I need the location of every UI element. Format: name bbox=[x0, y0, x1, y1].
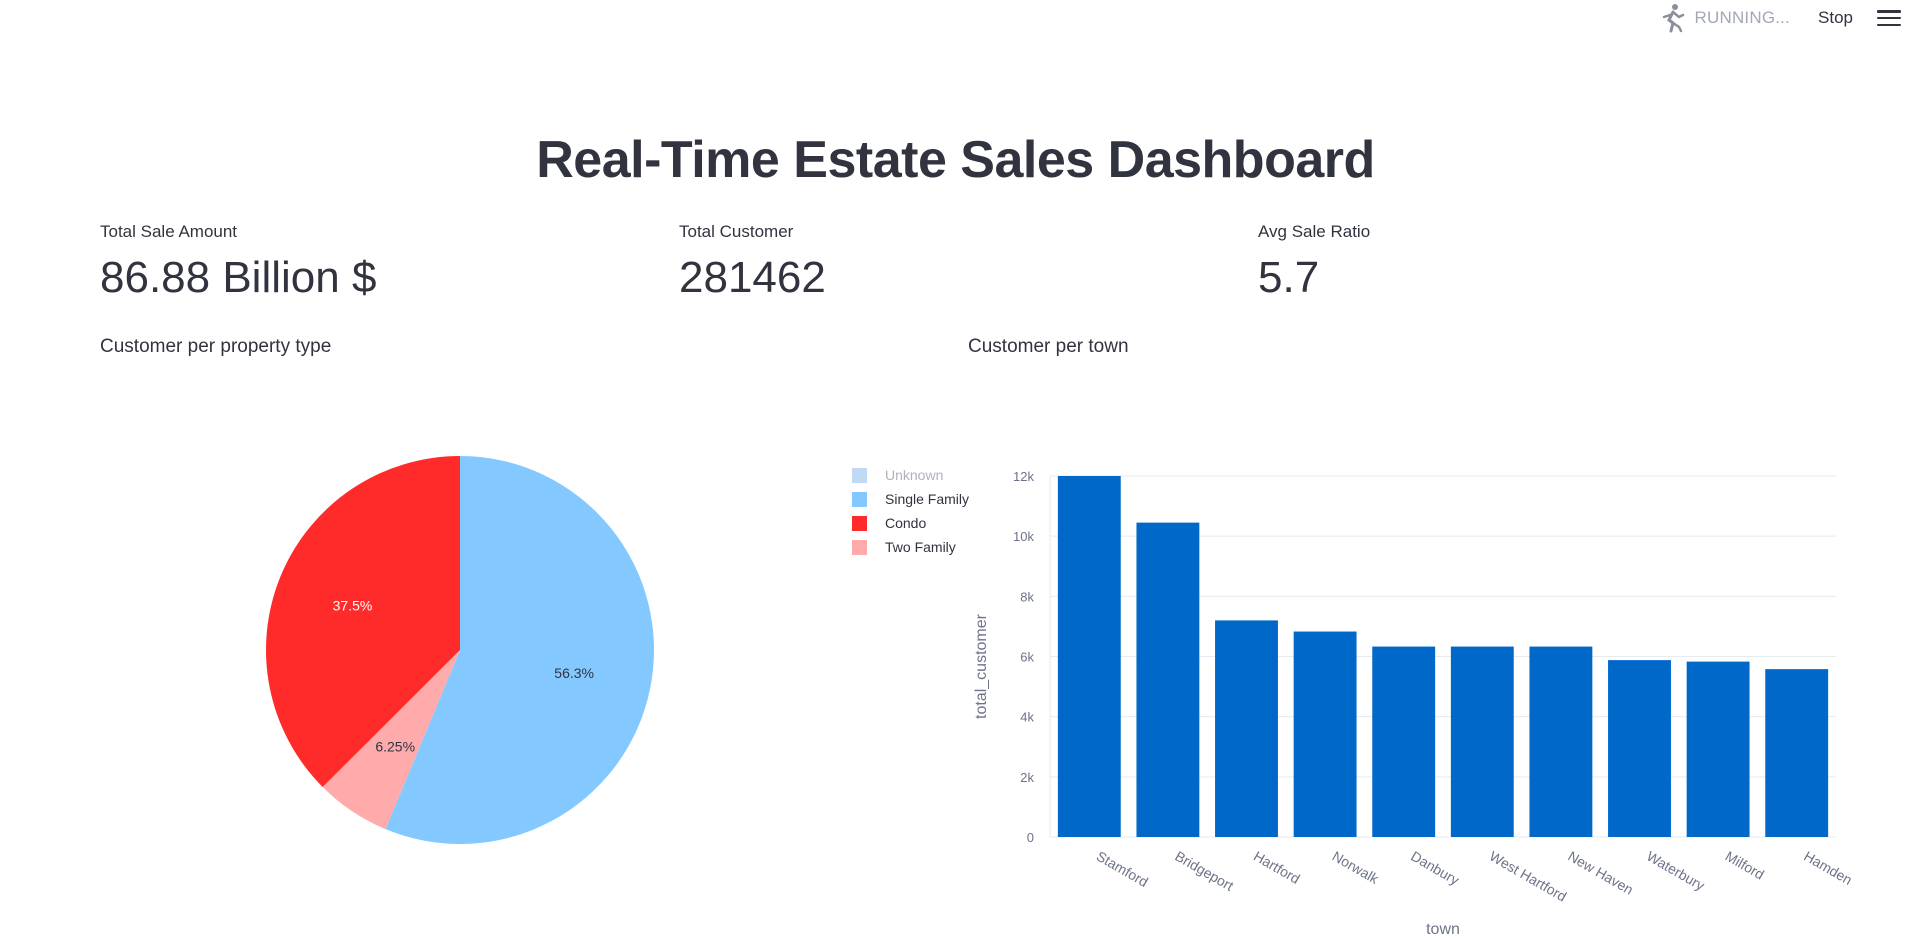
x-tick-label: Waterbury bbox=[1644, 848, 1707, 894]
x-tick-label: New Haven bbox=[1565, 848, 1636, 898]
y-tick-label: 2k bbox=[1020, 770, 1034, 785]
x-tick-label: Norwalk bbox=[1330, 848, 1383, 888]
x-axis-title: town bbox=[1426, 921, 1460, 938]
legend-swatch[interactable] bbox=[852, 492, 867, 507]
bar-waterbury[interactable] bbox=[1608, 660, 1671, 837]
x-tick-label: West Hartford bbox=[1487, 848, 1570, 905]
bar-norwalk[interactable] bbox=[1293, 631, 1357, 837]
y-tick-label: 0 bbox=[1027, 830, 1034, 845]
y-tick-label: 10k bbox=[1013, 529, 1034, 544]
legend-item-unknown[interactable]: Unknown bbox=[885, 467, 943, 483]
bar-hamden[interactable] bbox=[1765, 669, 1829, 837]
legend-swatch[interactable] bbox=[852, 468, 867, 483]
x-tick-label: Hartford bbox=[1251, 848, 1303, 887]
legend-item-two-family[interactable]: Two Family bbox=[885, 539, 956, 555]
pie-chart[interactable]: 56.3% 6.25% 37.5% bbox=[266, 456, 654, 844]
bar-bridgeport[interactable] bbox=[1136, 522, 1200, 837]
y-tick-label: 4k bbox=[1020, 710, 1034, 725]
pie-legend[interactable]: Unknown Single Family Condo Two Family bbox=[852, 467, 969, 555]
y-axis-title: total_customer bbox=[973, 613, 990, 719]
x-tick-label: Bridgeport bbox=[1172, 848, 1236, 894]
bar-chart[interactable]: 0 2k 4k 6k 8k 10k 12k Stamford Bridgeport Hartfor… bbox=[973, 469, 1855, 938]
bar-hartford[interactable] bbox=[1215, 620, 1278, 837]
legend-swatch[interactable] bbox=[852, 516, 867, 531]
x-tick-label: Stamford bbox=[1094, 848, 1151, 890]
bar-milford[interactable] bbox=[1686, 661, 1750, 837]
legend-item-single-family[interactable]: Single Family bbox=[885, 491, 969, 507]
x-tick-label: Hamden bbox=[1801, 848, 1855, 888]
bar-new-haven[interactable] bbox=[1529, 646, 1593, 837]
legend-swatch[interactable] bbox=[852, 540, 867, 555]
charts-canvas: 56.3% 6.25% 37.5% Unknown Single Family Cond… bbox=[266, 456, 1855, 938]
bar-stamford[interactable] bbox=[1057, 476, 1121, 837]
bar-west-hartford[interactable] bbox=[1450, 646, 1514, 837]
bar-danbury[interactable] bbox=[1372, 646, 1436, 837]
legend-item-condo[interactable]: Condo bbox=[885, 515, 926, 531]
x-tick-label: Danbury bbox=[1408, 848, 1462, 888]
y-tick-label: 6k bbox=[1020, 650, 1034, 665]
x-tick-label: Milford bbox=[1723, 848, 1767, 883]
y-tick-label: 12k bbox=[1013, 469, 1034, 484]
pie-slice-label: 37.5% bbox=[333, 597, 373, 613]
pie-slice-label: 56.3% bbox=[554, 665, 594, 681]
pie-slice-label: 6.25% bbox=[375, 739, 415, 755]
y-tick-label: 8k bbox=[1020, 589, 1034, 604]
